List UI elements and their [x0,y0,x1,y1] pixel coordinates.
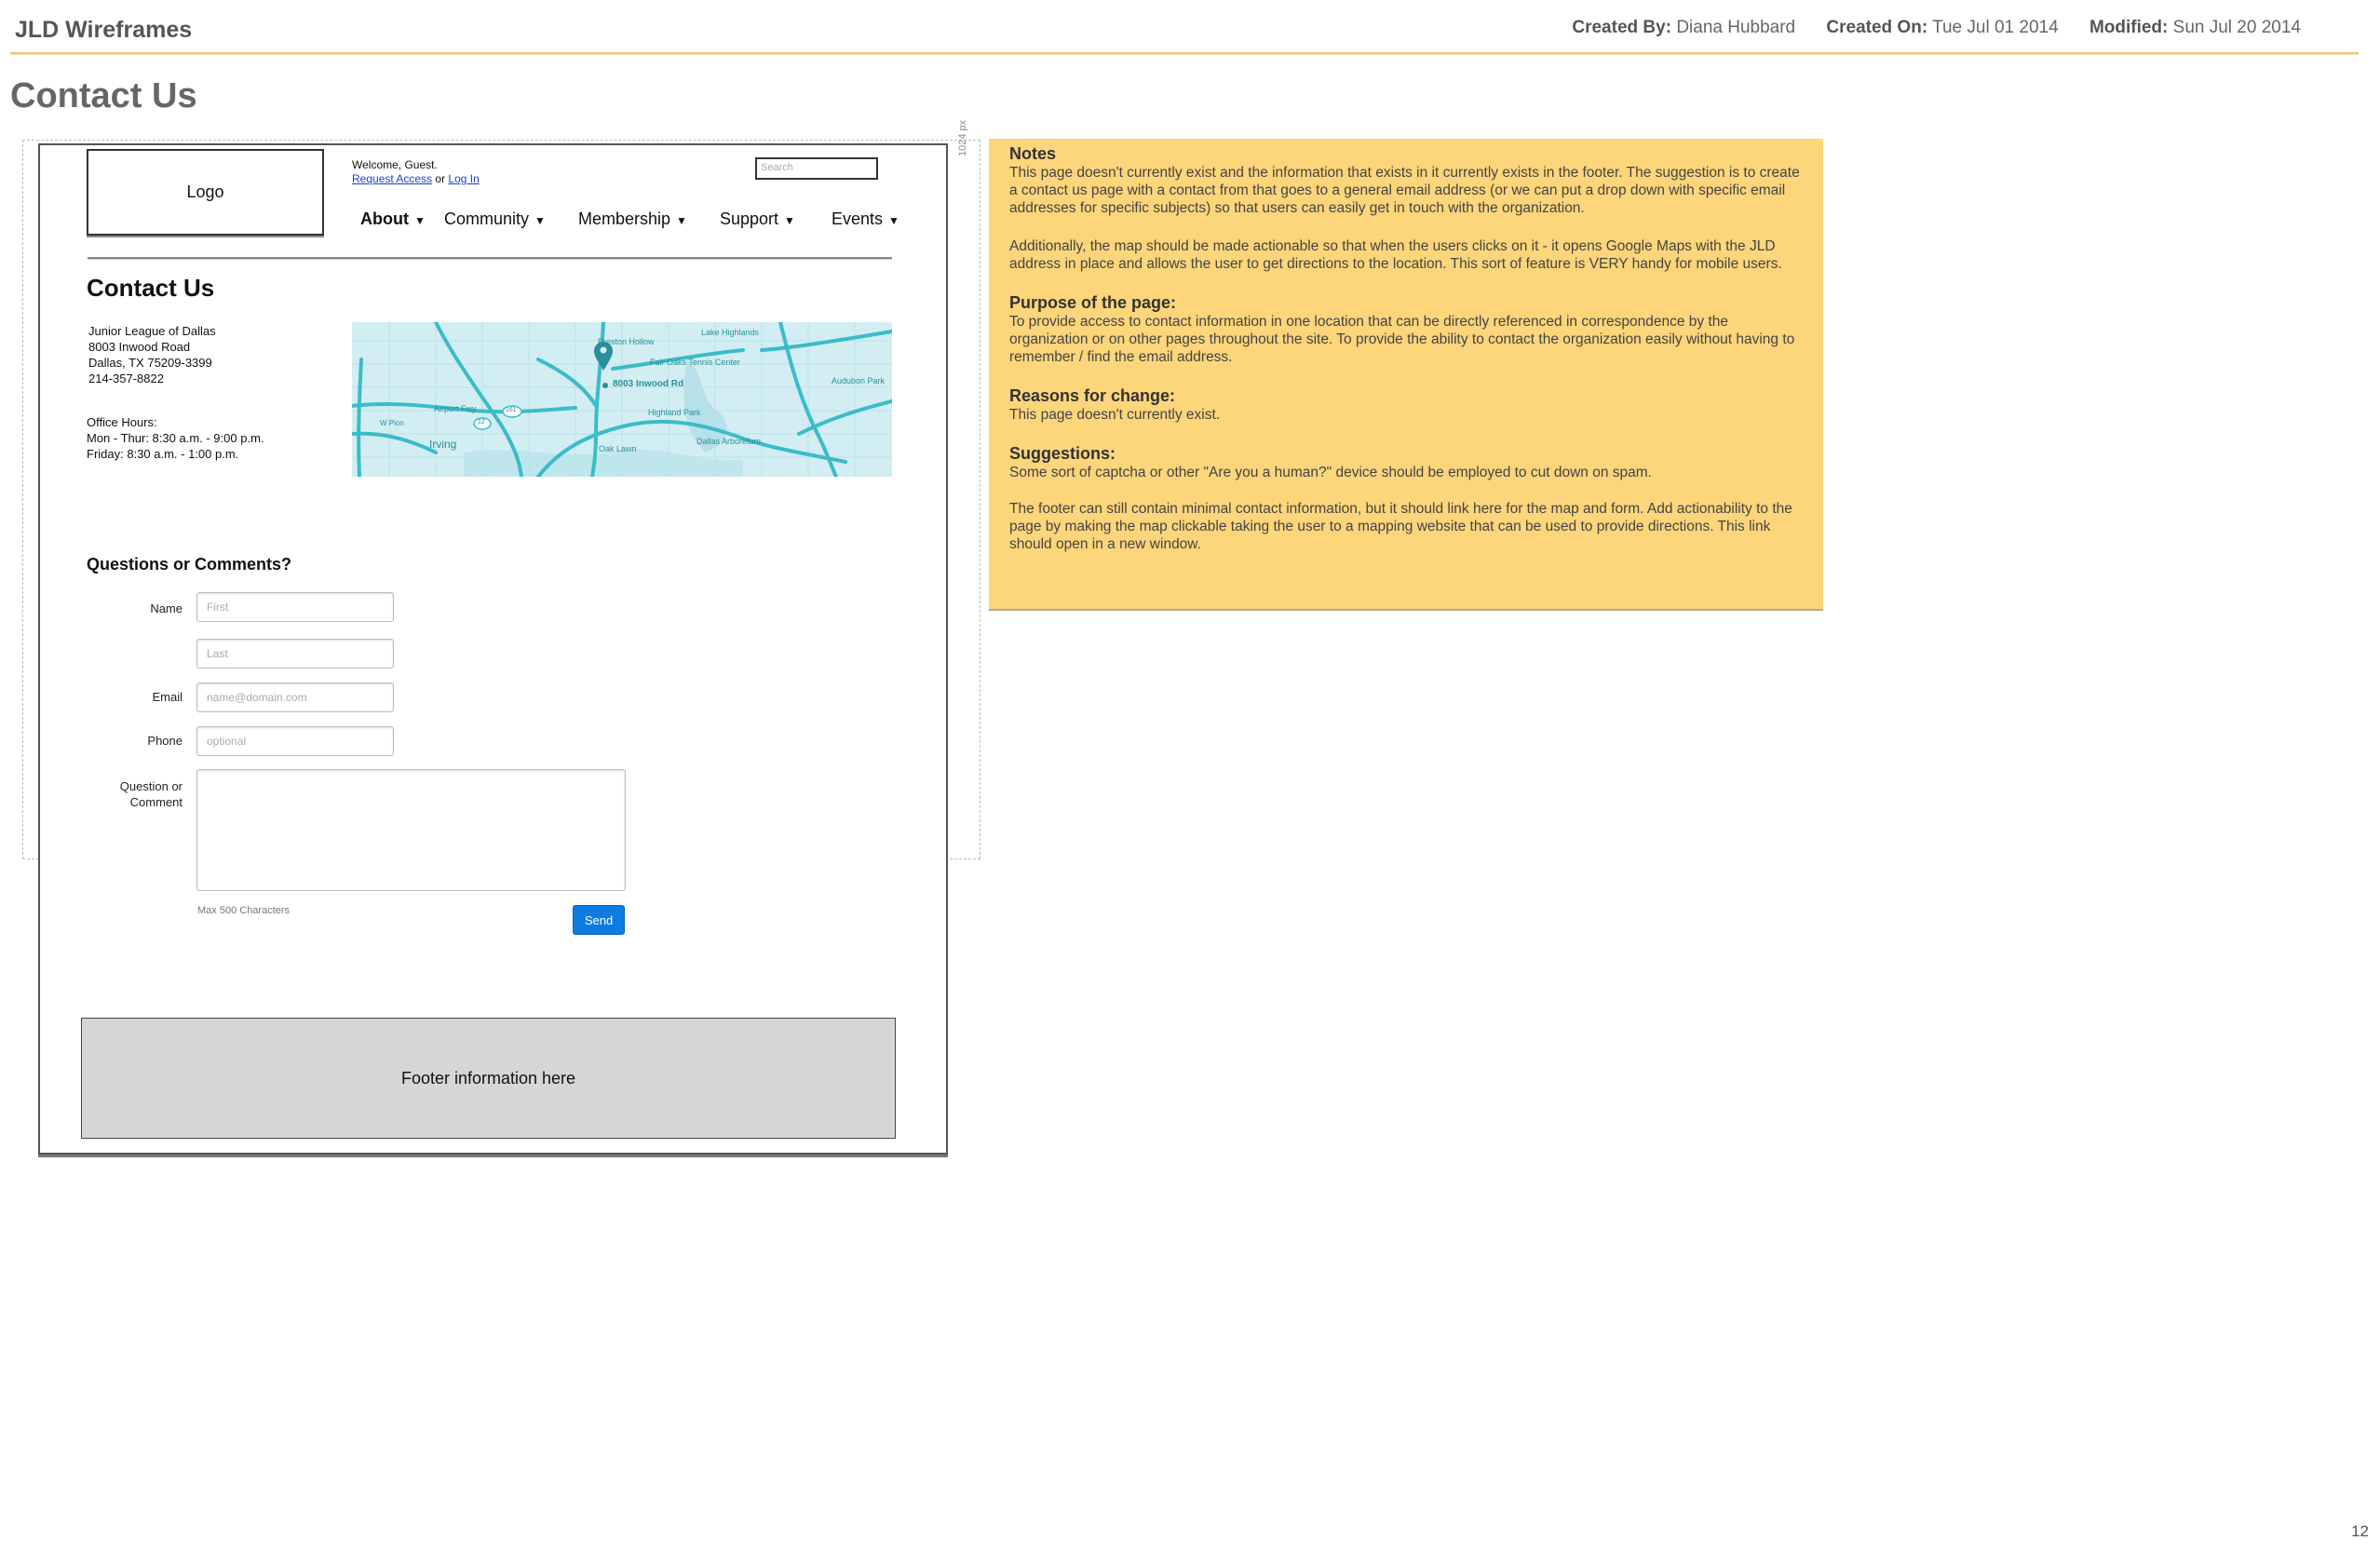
map-label: 161 [506,407,517,413]
caret-down-icon: ▼ [676,214,687,227]
phone-number: 214-357-8822 [88,372,164,385]
phone-field[interactable]: optional [196,726,394,756]
nav-item-support[interactable]: Support ▼ [720,209,795,229]
map-label-address: 8003 Inwood Rd [613,379,684,389]
location-map[interactable]: 8003 Inwood Rd Lake Highlands Preston Ho… [352,322,892,477]
street-address: 8003 Inwood Road [88,340,191,354]
purpose-heading: Purpose of the page: [1009,293,1177,312]
created-on-value: Tue Jul 01 2014 [1932,18,2059,37]
name-label: Name [150,601,183,615]
suggestion-text: Some sort of captcha or other "Are you a… [1009,465,1652,480]
map-label: Highland Park [648,408,701,417]
nav-item-membership[interactable]: Membership ▼ [578,209,687,229]
email-field[interactable]: name@domain.com [196,682,394,712]
org-name: Junior League of Dallas [88,324,216,338]
first-name-input[interactable]: First [196,592,394,622]
office-hours: Office Hours: Mon - Thur: 8:30 a.m. - 9:… [87,414,264,462]
nav-label: About [360,209,409,228]
nav-label: Events [832,209,884,228]
page-number: 12 [2351,1522,2369,1540]
viewport-width-label: 1024 px [957,119,968,156]
send-button[interactable]: Send [573,905,625,935]
created-on-label: Created On: [1826,18,1928,37]
map-label: Irving [429,438,457,451]
comment-textarea[interactable] [196,769,626,891]
request-access-link[interactable]: Request Access [352,172,432,185]
hours-friday: Friday: 8:30 a.m. - 1:00 p.m. [87,447,239,461]
map-label: Dallas Arboretum [696,437,762,446]
map-label: 12 [478,419,485,426]
suggestions-heading: Suggestions: [1009,444,1116,463]
hours-weekday: Mon - Thur: 8:30 a.m. - 9:00 p.m. [87,431,264,445]
suggestion-text: The footer can still contain minimal con… [1009,501,1792,552]
map-label: Audubon Park [832,376,886,385]
page-title: Contact Us [10,76,197,115]
created-by-value: Diana Hubbard [1676,18,1796,37]
notes-paragraph: Additionally, the map should be made act… [1009,238,1782,272]
map-label: W Pion [380,419,404,427]
map-label: Lake Highlands [701,328,760,337]
site-logo[interactable]: Logo [87,149,324,236]
map-label: Preston Hollow [598,337,655,346]
or-text: or [435,172,446,185]
caret-down-icon: ▼ [888,214,899,227]
nav-label: Community [444,209,530,228]
character-limit-hint: Max 500 Characters [197,905,291,916]
comment-label: Question or Comment [89,778,183,810]
email-label: Email [152,690,183,704]
caret-down-icon: ▼ [784,214,795,227]
phone-label: Phone [147,734,183,748]
modified-value: Sun Jul 20 2014 [2172,18,2301,37]
map-label: Oak Lawn [599,444,637,453]
notes-heading: Notes [1009,144,1057,163]
header-divider [10,52,2359,55]
address-block: Junior League of Dallas 8003 Inwood Road… [88,323,216,386]
purpose-text: To provide access to contact information… [1009,314,1795,365]
notes-panel: Notes This page doesn't currently exist … [989,139,1823,609]
office-hours-title: Office Hours: [87,415,157,429]
reasons-text: This page doesn't currently exist. [1009,407,1221,423]
nav-item-community[interactable]: Community ▼ [444,209,546,229]
footer-placeholder: Footer information here [81,1018,896,1139]
comment-label-line1: Question or [119,779,183,793]
nav-item-events[interactable]: Events ▼ [832,209,899,229]
form-heading: Questions or Comments? [87,555,292,574]
city-state-zip: Dallas, TX 75209-3399 [88,356,212,370]
caret-down-icon: ▼ [413,214,426,227]
comment-label-line2: Comment [129,795,183,809]
nav-item-about[interactable]: About ▼ [360,209,426,229]
map-label: Fair Oaks Tennis Center [650,358,740,367]
nav-label: Membership [578,209,671,228]
map-label: Airport Fwy [434,404,477,413]
welcome-text: Welcome, Guest. [352,158,438,171]
created-by-label: Created By: [1572,18,1672,37]
nav-label: Support [720,209,779,228]
caret-down-icon: ▼ [534,214,546,227]
modified-label: Modified: [2089,18,2169,37]
document-title: JLD Wireframes [15,17,193,43]
document-metadata: Created By: Diana Hubbard Created On: Tu… [1572,18,2301,38]
last-name-input[interactable]: Last [196,639,394,669]
log-in-link[interactable]: Log In [448,172,479,185]
search-input[interactable]: Search [755,157,878,180]
reasons-heading: Reasons for change: [1009,386,1176,405]
contact-heading: Contact Us [87,274,215,302]
nav-divider [88,257,892,260]
welcome-block: Welcome, Guest. Request Access or Log In [352,158,480,186]
notes-paragraph: This page doesn't currently exist and th… [1009,165,1800,216]
